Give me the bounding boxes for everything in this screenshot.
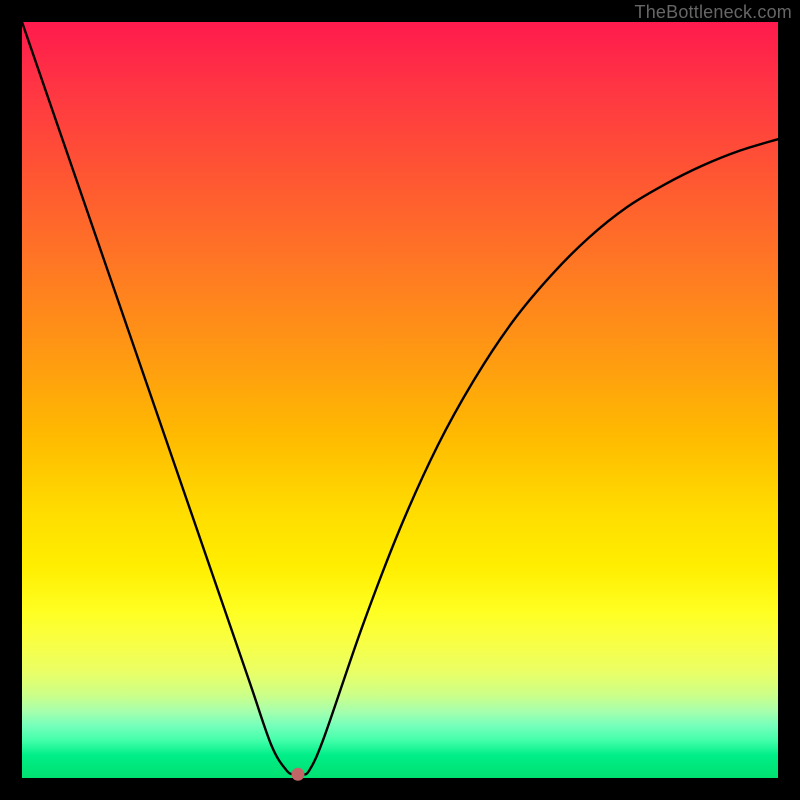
watermark-text: TheBottleneck.com — [635, 2, 792, 23]
bottleneck-curve-line — [22, 22, 778, 775]
curve-minimum-marker — [292, 768, 304, 780]
chart-svg — [22, 22, 778, 778]
